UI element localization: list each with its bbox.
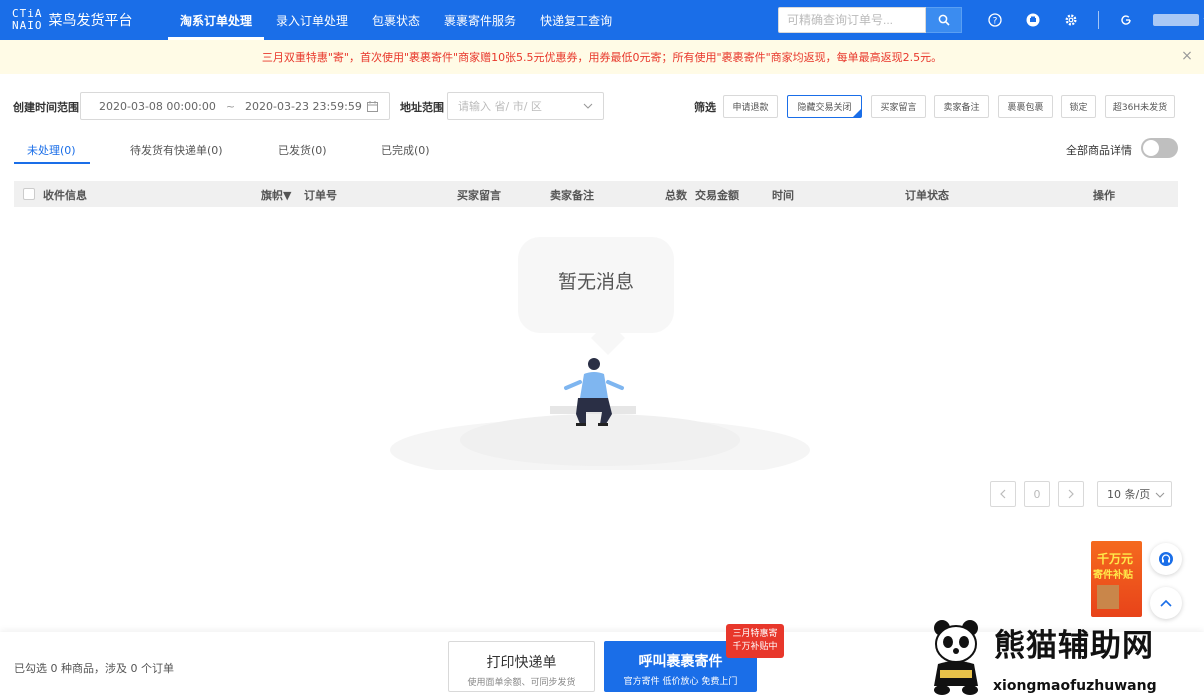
order-tabs: 未处理(0) 待发货有快递单(0) 已发货(0) 已完成(0) 全部商品详情 — [0, 136, 1204, 164]
top-actions: ? — [976, 0, 1204, 40]
subsidy-promo-card[interactable]: 千万元 寄件补贴 — [1091, 541, 1142, 617]
tab-unprocessed[interactable]: 未处理(0) — [27, 142, 76, 158]
user-account[interactable] — [1153, 14, 1199, 26]
tab-awaiting-shipment[interactable]: 待发货有快递单(0) — [130, 142, 223, 158]
current-page[interactable]: 0 — [1024, 481, 1050, 507]
order-search-input[interactable] — [778, 7, 926, 33]
refresh-icon — [1121, 15, 1131, 25]
col-action: 操作 — [1093, 189, 1115, 202]
selection-info: 已勾选 0 种商品，涉及 0 个订单 — [14, 662, 174, 675]
chevron-right-icon — [1068, 489, 1074, 499]
gear-icon — [1065, 14, 1077, 26]
print-waybill-button[interactable]: 打印快递单 使用面单余额、可同步发货 — [448, 641, 595, 692]
calendar-icon — [367, 101, 378, 112]
nav-item-package-status[interactable]: 包裹状态 — [360, 0, 432, 40]
next-page-button[interactable] — [1058, 481, 1084, 507]
col-seller-note: 卖家备注 — [550, 189, 594, 202]
nav-item-guoguo-service[interactable]: 裹裹寄件服务 — [432, 0, 528, 40]
prev-page-button[interactable] — [990, 481, 1016, 507]
screen-label: 筛选 — [694, 101, 716, 114]
end-time: 2020-03-23 23:59:59 — [245, 99, 362, 113]
help-button[interactable]: ? — [976, 0, 1014, 40]
close-icon[interactable]: × — [1180, 49, 1194, 63]
app-title: 菜鸟发货平台 — [48, 13, 133, 29]
main-nav: 淘系订单处理 录入订单处理 包裹状态 裹裹寄件服务 快递复工查询 — [168, 0, 624, 40]
chevron-left-icon — [1000, 489, 1006, 499]
tag-locked[interactable]: 锁定 — [1061, 95, 1096, 118]
search-icon — [938, 14, 950, 26]
col-amount: 交易金额 — [695, 189, 739, 202]
col-total: 总数 — [665, 189, 687, 202]
logo-mark-line2: NAIO — [12, 19, 43, 32]
start-time: 2020-03-08 00:00:00 — [99, 99, 216, 113]
col-buyer-message: 买家留言 — [457, 189, 501, 202]
badge-line1: 三月特惠寄 — [732, 629, 778, 639]
package-icon — [1097, 585, 1119, 609]
watermark-url: xiongmaofuzhuwang — [993, 678, 1157, 694]
nav-divider — [1098, 11, 1099, 29]
cainiao-logo[interactable]: CTiA NAIO 菜鸟发货平台 — [0, 0, 168, 40]
time-separator: ~ — [225, 99, 236, 113]
printer-icon — [1026, 13, 1040, 27]
printer-button[interactable] — [1014, 0, 1052, 40]
logo-mark: CTiA NAIO — [12, 8, 43, 32]
chevron-up-icon — [1160, 599, 1172, 607]
date-range-picker[interactable]: 2020-03-08 00:00:00 ~ 2020-03-23 23:59:5… — [80, 92, 390, 120]
badge-line2: 千万补贴中 — [732, 642, 778, 652]
promo-badge: 三月特惠寄 千万补贴中 — [726, 624, 784, 658]
headset-icon — [1159, 552, 1173, 566]
tag-buyer-message[interactable]: 买家留言 — [871, 95, 926, 118]
empty-illustration — [390, 358, 810, 470]
svg-text:?: ? — [993, 17, 998, 27]
refresh-button[interactable] — [1107, 0, 1145, 40]
table-header: 收件信息 旗帜▼ 订单号 买家留言 卖家备注 总数 交易金额 时间 订单状态 操… — [14, 181, 1178, 207]
nav-item-manual-orders[interactable]: 录入订单处理 — [264, 0, 360, 40]
search-button[interactable] — [926, 7, 962, 33]
col-recipient: 收件信息 — [43, 189, 87, 202]
filter-row: 创建时间范围 2020-03-08 00:00:00 ~ 2020-03-23 … — [0, 92, 1204, 120]
empty-message: 暂无消息 — [557, 271, 634, 293]
tag-overdue-36h[interactable]: 超36H未发货 — [1105, 95, 1175, 118]
select-all-checkbox[interactable] — [23, 188, 35, 200]
print-label: 打印快递单 — [486, 655, 557, 671]
col-flag[interactable]: 旗帜▼ — [261, 187, 291, 203]
tab-shipped[interactable]: 已发货(0) — [278, 142, 327, 158]
page-size-select[interactable]: 10 条/页 — [1097, 481, 1172, 507]
promo-banner: 三月双重特惠"寄"，首次使用"裹裹寄件"商家赠10张5.5元优惠券，用券最低0元… — [0, 40, 1204, 74]
tag-hide-closed[interactable]: 隐藏交易关闭 — [787, 95, 862, 118]
address-select[interactable]: 请输入 省/ 市/ 区 — [447, 92, 604, 120]
watermark-title: 熊猫辅助网 — [994, 628, 1154, 664]
tag-refund[interactable]: 申请退款 — [723, 95, 778, 118]
promo-line1: 千万元 — [1097, 552, 1134, 566]
order-search — [778, 7, 962, 33]
product-details-toggle[interactable] — [1141, 138, 1178, 158]
tag-seller-note[interactable]: 卖家备注 — [934, 95, 989, 118]
top-navbar: CTiA NAIO 菜鸟发货平台 淘系订单处理 录入订单处理 包裹状态 裹裹寄件… — [0, 0, 1204, 40]
customer-service-button[interactable] — [1150, 543, 1182, 575]
tag-guoguo-package[interactable]: 裹裹包裹 — [998, 95, 1053, 118]
nav-item-taobao-orders[interactable]: 淘系订单处理 — [168, 0, 265, 40]
product-details-label: 全部商品详情 — [1066, 144, 1132, 157]
settings-button[interactable] — [1052, 0, 1090, 40]
tab-active-indicator — [14, 162, 90, 164]
created-time-label: 创建时间范围 — [13, 101, 79, 114]
col-status: 订单状态 — [905, 189, 949, 202]
toggle-knob — [1143, 140, 1159, 156]
nav-item-express-query[interactable]: 快递复工查询 — [528, 0, 624, 40]
call-subtext: 官方寄件 低价放心 免费上门 — [623, 677, 738, 687]
promo-line2: 寄件补贴 — [1093, 570, 1133, 581]
address-label: 地址范围 — [400, 101, 444, 114]
panda-mascot-icon — [934, 620, 978, 695]
watermark: 熊猫辅助网 xiongmaofuzhuwang — [920, 612, 1204, 700]
print-subtext: 使用面单余额、可同步发货 — [467, 678, 576, 688]
col-time: 时间 — [772, 189, 794, 202]
tab-completed[interactable]: 已完成(0) — [381, 142, 430, 158]
chevron-down-icon — [583, 103, 593, 109]
col-order-no: 订单号 — [304, 189, 337, 202]
help-icon: ? — [988, 13, 1002, 27]
banner-text: 三月双重特惠"寄"，首次使用"裹裹寄件"商家赠10张5.5元优惠券，用券最低0元… — [261, 51, 943, 64]
address-placeholder: 请输入 省/ 市/ 区 — [458, 100, 542, 113]
page-size-value: 10 条/页 — [1107, 488, 1151, 501]
chevron-down-icon — [1155, 492, 1165, 498]
